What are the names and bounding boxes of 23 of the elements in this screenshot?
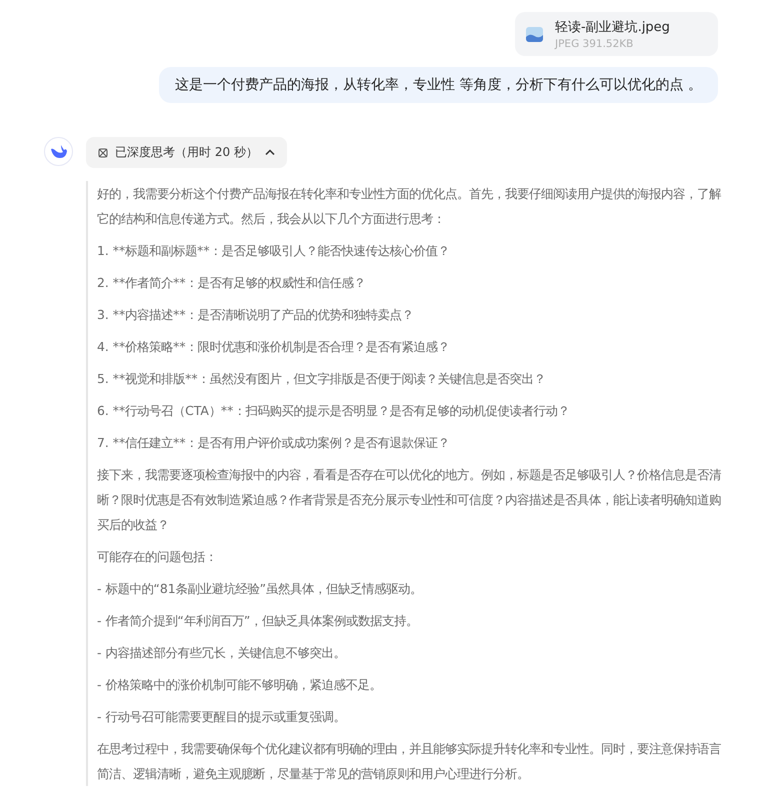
- thinking-paragraph: - 行动号召可能需要更醒目的提示或重复强调。: [97, 708, 346, 726]
- thinking-paragraph: 3. **内容描述**：是否清晰说明了产品的优势和独特卖点？: [97, 306, 415, 324]
- image-file-icon: [526, 26, 543, 42]
- thinking-paragraph: - 内容描述部分有些冗长，关键信息不够突出。: [97, 644, 346, 662]
- user-message: 这是一个付费产品的海报，从转化率，专业性 等角度，分析下有什么可以优化的点 。: [159, 67, 718, 103]
- thinking-paragraph: 6. **行动号召（CTA）**：扫码购买的提示是否明显？是否有足够的动机促使读者行动？: [97, 402, 570, 420]
- thinking-paragraph: 1. **标题和副标题**：是否足够吸引人？能否快速传达核心价值？: [97, 242, 451, 260]
- thinking-paragraph: 在思考过程中，我需要确保每个优化建议都有明确的理由，并且能够实际提升转化率和专业性。同时，要注意保持语言简洁、逻辑清晰，避免主观臆断，尽量基于常见的营销原则和用户心理进行分析。: [97, 740, 722, 783]
- thinking-paragraph: 好的，我需要分析这个付费产品海报在转化率和专业性方面的优化点。首先，我要仔细阅读用户提供的海报内容，了解它的结构和信息传递方式。然后，我会从以下几个方面进行思考：: [97, 185, 722, 228]
- file-attachment[interactable]: 轻读-副业避坑.jpeg JPEG 391.52KB: [515, 12, 718, 56]
- thinking-paragraph: - 价格策略中的涨价机制可能不够明确，紧迫感不足。: [97, 676, 382, 694]
- file-meta: JPEG 391.52KB: [555, 38, 634, 50]
- thinking-paragraph: - 标题中的“81条副业避坑经验”虽然具体，但缺乏情感驱动。: [97, 580, 424, 598]
- thinking-paragraph: 7. **信任建立**：是否有用户评价或成功案例？是否有退款保证？: [97, 434, 451, 452]
- thinking-paragraph: 可能存在的问题包括：: [97, 548, 218, 566]
- file-name: 轻读-副业避坑.jpeg: [555, 19, 670, 36]
- deep-thinking-toggle[interactable]: 已深度思考（用时 20 秒）: [86, 137, 287, 168]
- thinking-paragraph: - 作者简介提到“年利润百万”，但缺乏具体案例或数据支持。: [97, 612, 420, 630]
- whale-logo-icon: [50, 144, 68, 158]
- thinking-paragraph: 4. **价格策略**：限时优惠和涨价机制是否合理？是否有紧迫感？: [97, 338, 451, 356]
- thinking-paragraph: 2. **作者简介**：是否有足够的权威性和信任感？: [97, 274, 367, 292]
- thinking-paragraph: 接下来，我需要逐项检查海报中的内容，看看是否存在可以优化的地方。例如，标题是否足够吸引人？价格信息是否清晰？限时优惠是否有效制造紧迫感？作者背景是否充分展示专业性和可信度？内容描述是否具体，能让读者明确知道购买后的收益？: [97, 466, 722, 534]
- thinking-paragraph: 5. **视觉和排版**：虽然没有图片，但文字排版是否便于阅读？关键信息是否突出？: [97, 370, 547, 388]
